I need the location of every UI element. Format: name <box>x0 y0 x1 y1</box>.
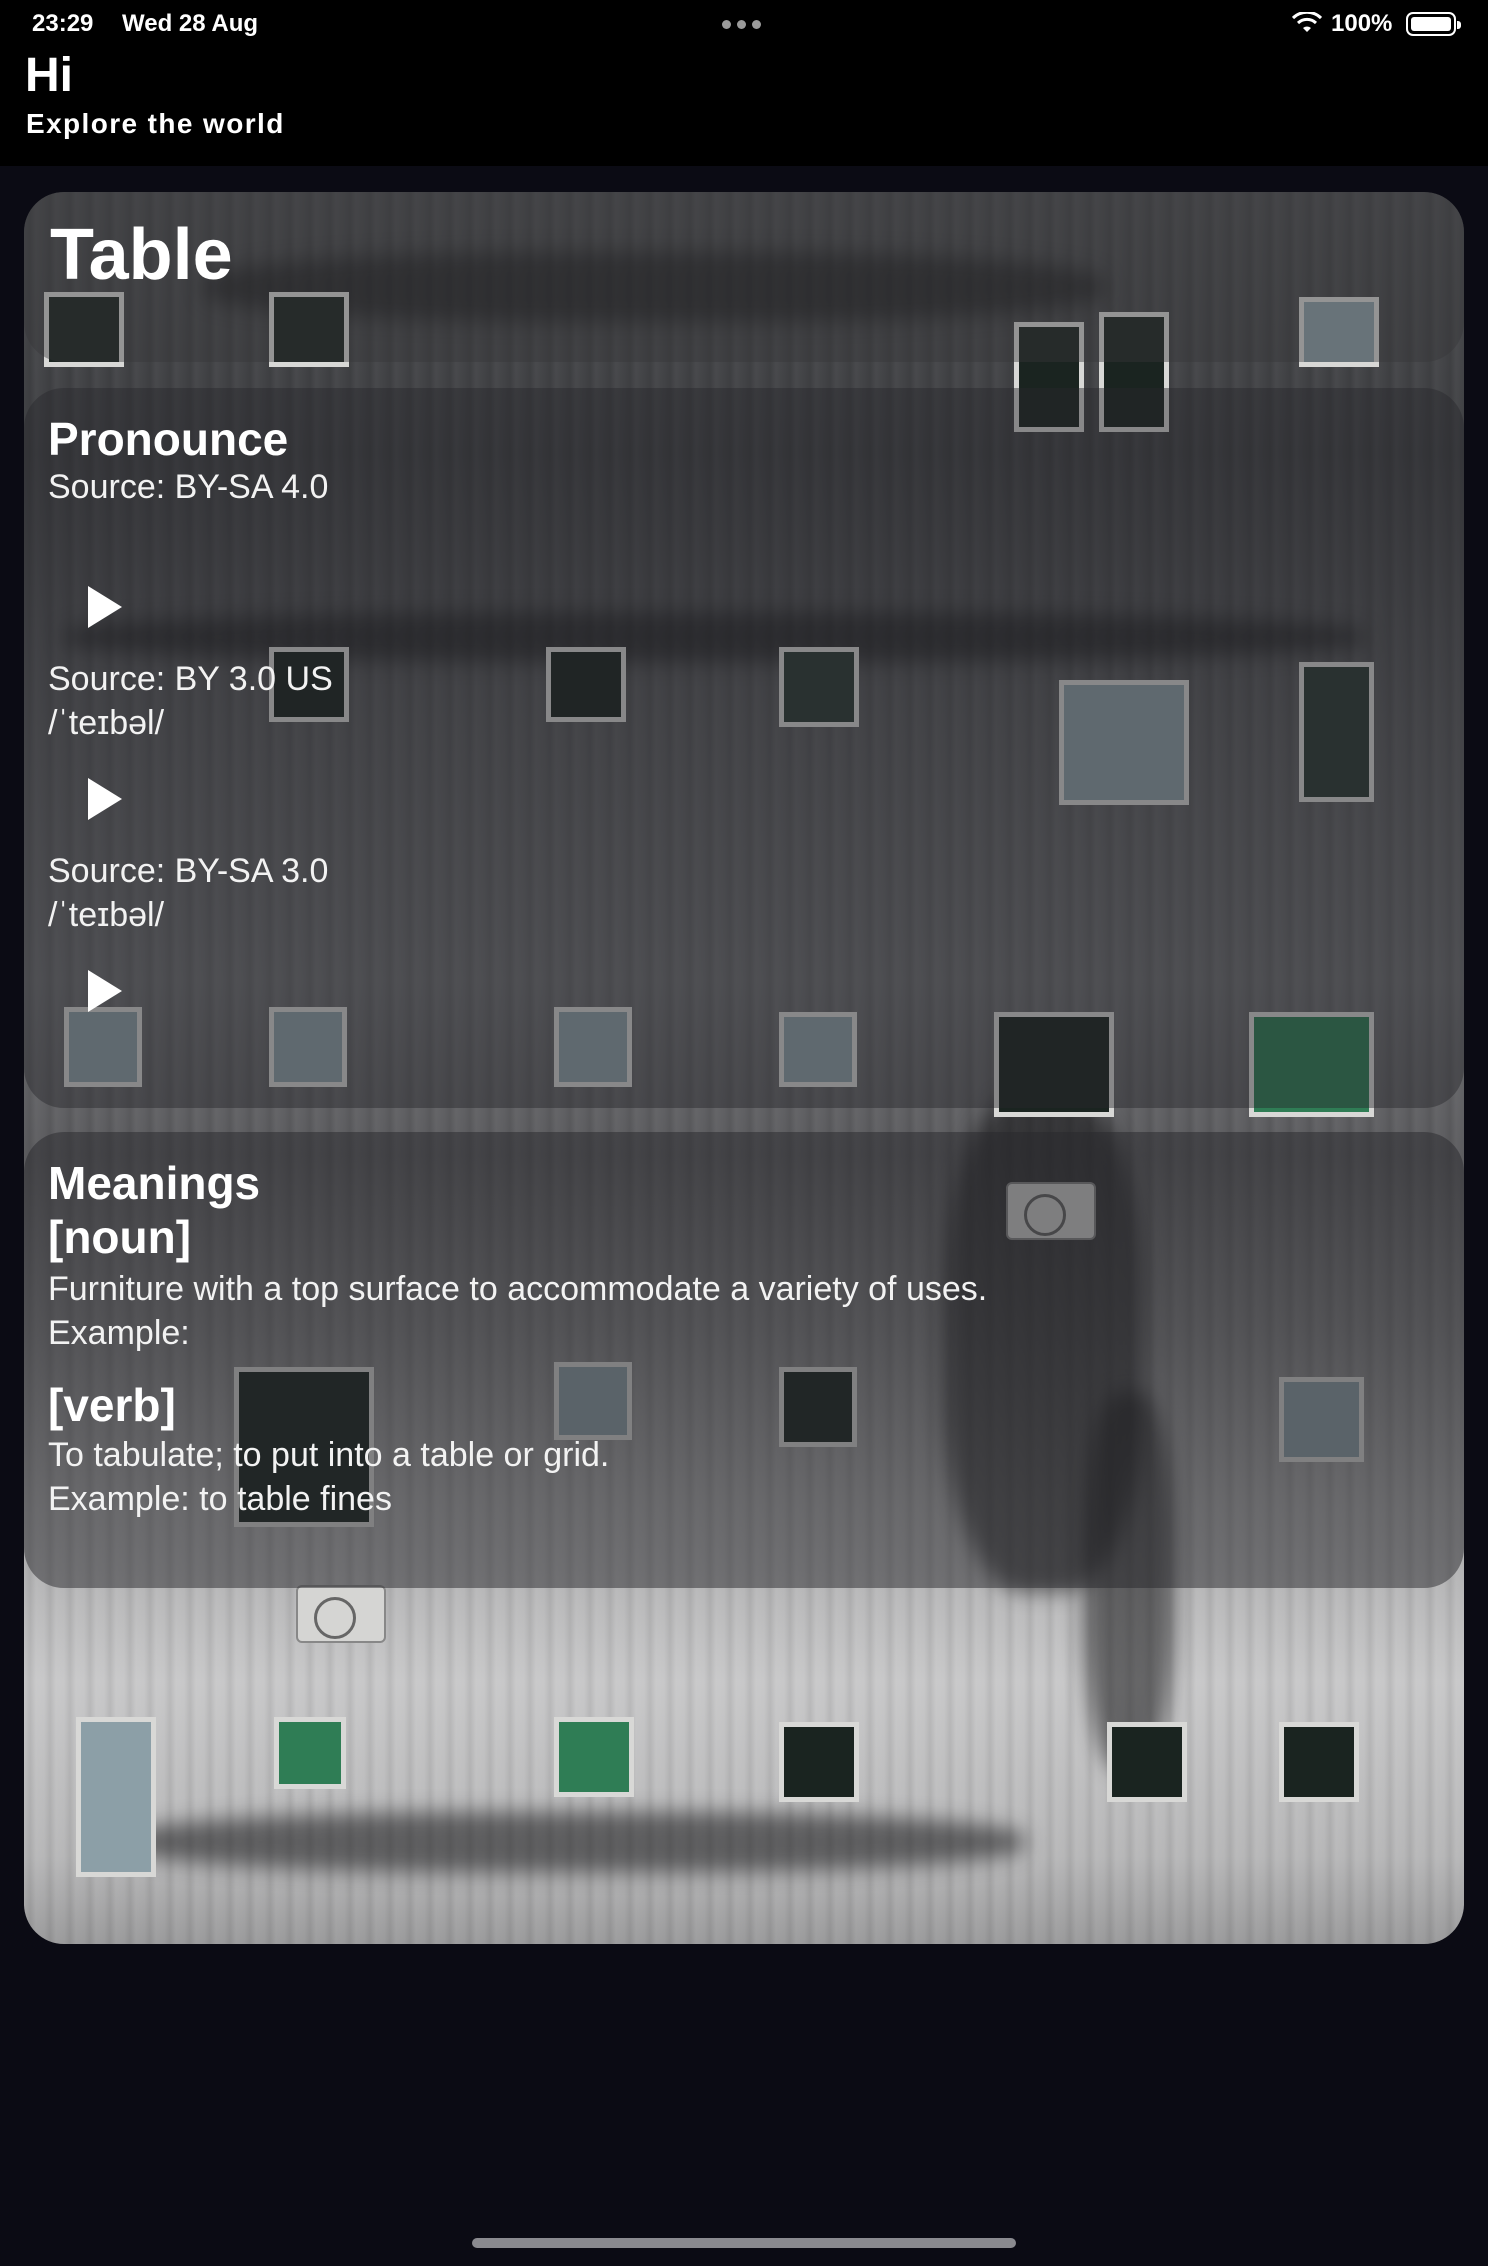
home-indicator[interactable] <box>472 2238 1016 2248</box>
battery-icon <box>1406 12 1461 36</box>
app-header: Hi Explore the world <box>0 48 1488 166</box>
wifi-icon <box>1292 12 1322 32</box>
greeting-subtitle: Explore the world <box>26 108 285 139</box>
example: Example: <box>48 1314 190 1352</box>
pronounce-heading: Pronounce <box>48 413 289 465</box>
pronounce-source: Source: BY-SA 4.0 <box>48 468 329 506</box>
play-icon[interactable] <box>88 778 122 820</box>
battery-percentage: 100% <box>1331 10 1393 37</box>
pronounce-source: Source: BY 3.0 US <box>48 660 333 698</box>
status-time: 23:29 <box>32 10 94 37</box>
part-of-speech: [noun] <box>48 1211 192 1263</box>
word-title-card: Table <box>24 192 1464 362</box>
meanings-heading: Meanings <box>48 1157 261 1209</box>
example: Example: to table fines <box>48 1480 392 1518</box>
word-title: Table <box>50 215 233 295</box>
more-dots-icon[interactable] <box>722 20 761 29</box>
status-date: Wed 28 Aug <box>122 10 259 37</box>
play-icon[interactable] <box>88 586 122 628</box>
pronounce-ipa: /ˈteɪbəl/ <box>48 896 165 934</box>
part-of-speech: [verb] <box>48 1379 176 1431</box>
pronounce-source: Source: BY-SA 3.0 <box>48 852 329 890</box>
meanings-card: Meanings [noun] Furniture with a top sur… <box>24 1132 1464 1588</box>
definition: To tabulate; to put into a table or grid… <box>48 1436 610 1474</box>
definition: Furniture with a top surface to accommod… <box>48 1270 988 1308</box>
pronounce-card: Pronounce Source: BY-SA 4.0 Source: BY 3… <box>24 388 1464 1108</box>
greeting-title: Hi <box>25 49 73 102</box>
status-bar: 23:29 Wed 28 Aug 100% <box>0 0 1488 48</box>
play-icon[interactable] <box>88 970 122 1012</box>
pronounce-ipa: /ˈteɪbəl/ <box>48 704 165 742</box>
